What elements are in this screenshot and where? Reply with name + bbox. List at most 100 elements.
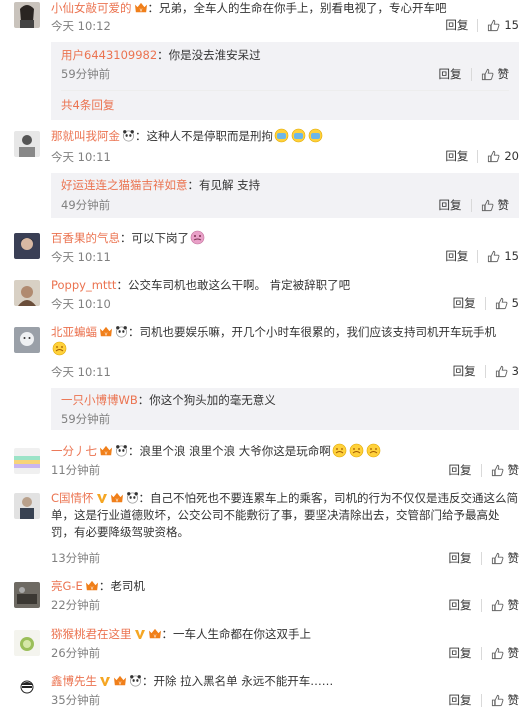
like-button[interactable]: 赞 (482, 550, 519, 566)
reply-button[interactable]: 回复 (449, 598, 482, 612)
avatar[interactable] (14, 630, 40, 656)
comment-text: 猕猴桃君在这里 ：一车人生命都在你这双手上 (51, 627, 311, 641)
reply-button[interactable]: 回复 (445, 18, 479, 32)
username-link[interactable]: 鑫博先生 (51, 674, 97, 688)
avatar[interactable] (14, 327, 40, 353)
comment-item: 亮G-E ：老司机 22分钟前 回复赞 (0, 578, 529, 618)
timestamp: 今天 10:10 (51, 297, 111, 311)
timestamp: 22分钟前 (51, 598, 101, 612)
thumbs-up-icon (487, 250, 500, 263)
reply-button[interactable]: 回复 (449, 551, 482, 565)
avatar[interactable] (14, 448, 40, 474)
comment-text: 小仙女敲可爱的 ：兄弟，全车人的生命在你手上，别看电视了，专心开车吧 (51, 1, 447, 15)
username-link[interactable]: C国情怀 (51, 491, 94, 505)
comment-text: 鑫博先生 ：开除 拉入黑名单 永远不能开车…… (51, 674, 334, 688)
sub-reply-box: 用户6443109982：你是没去淮安呆过 59分钟前 回复赞 共4条回复 (51, 42, 519, 120)
facepalm-emoji-icon (308, 128, 323, 143)
reply-button[interactable]: 回复 (453, 364, 486, 378)
sub-reply-text: 一只小博博WB：你这个狗头加的毫无意义 (61, 393, 276, 407)
panda-emoji-icon (115, 325, 128, 338)
comment-item: Poppy_mttt：公交车司机也敢这么干啊。 肯定被辞职了吧 今天 10:10… (0, 277, 529, 317)
comment-text: 北亚蝙蝠 ：司机也要娱乐嘛，开几个小时车很累的，我们应该支持司机开车玩手机 (51, 324, 519, 358)
comment-meta: 22分钟前 回复赞 (51, 597, 519, 614)
username-link[interactable]: 北亚蝙蝠 (51, 325, 97, 339)
username-link[interactable]: 好运连连之猫猫吉祥如意 (61, 178, 188, 192)
timestamp: 11分钟前 (51, 463, 101, 477)
thumbs-up-icon (491, 647, 504, 660)
like-button[interactable]: 3 (486, 364, 519, 378)
timestamp: 26分钟前 (51, 646, 101, 660)
facepalm-emoji-icon (291, 128, 306, 143)
timestamp: 59分钟前 (61, 412, 111, 426)
thumbs-up-icon (491, 599, 504, 612)
timestamp: 59分钟前 (61, 67, 111, 81)
reply-button[interactable]: 回复 (439, 198, 472, 212)
timestamp: 49分钟前 (61, 198, 111, 212)
vip-badge-icon (113, 675, 127, 687)
thumbs-up-icon (495, 297, 508, 310)
like-count: 15 (504, 249, 519, 263)
comment-item: 一分丿七 ：浪里个浪 浪里个浪 大爷你这是玩命啊 11分钟前 回复 赞 (0, 443, 529, 483)
username-link[interactable]: Poppy_mttt (51, 278, 116, 292)
username-link[interactable]: 亮G-E (51, 579, 83, 593)
vip-v-icon (96, 492, 108, 504)
vip-badge-icon (99, 326, 113, 338)
username-link[interactable]: 用户6443109982 (61, 48, 157, 62)
reply-button[interactable]: 回复 (449, 646, 482, 660)
timestamp: 今天 10:11 (51, 365, 111, 379)
reply-button[interactable]: 回复 (445, 149, 479, 163)
reply-button[interactable]: 回复 (445, 249, 479, 263)
like-button[interactable]: 赞 (482, 645, 519, 661)
comment-item: C国情怀 ：自己不怕死也不要连累车上的乘客，司机的行为不仅仅是违反交通这么简单，这… (0, 490, 529, 568)
vip-v-icon (134, 628, 146, 640)
timestamp: 今天 10:11 (51, 150, 111, 164)
avatar[interactable] (14, 233, 40, 259)
comment-meta: 今天 10:11 回复 20 (51, 149, 519, 166)
like-button[interactable]: 赞 (472, 197, 509, 213)
avatar[interactable] (14, 280, 40, 306)
reply-button[interactable]: 回复 (453, 296, 486, 310)
panda-emoji-icon (129, 674, 142, 687)
view-more-replies-link[interactable]: 共4条回复 (61, 97, 114, 113)
comment-meta: 今天 10:10 回复 5 (51, 296, 519, 313)
sad-emoji-icon (366, 443, 381, 458)
like-button[interactable]: 赞 (482, 692, 519, 708)
avatar[interactable] (14, 131, 40, 157)
like-count: 3 (511, 364, 519, 378)
like-button[interactable]: 5 (486, 296, 519, 310)
thumbs-up-icon (491, 552, 504, 565)
username-link[interactable]: 猕猴桃君在这里 (51, 627, 132, 641)
vip-badge-icon (110, 492, 124, 504)
like-count: 5 (511, 296, 519, 310)
avatar[interactable] (14, 582, 40, 608)
cry-emoji-icon (190, 230, 205, 245)
reply-button[interactable]: 回复 (449, 463, 482, 477)
username-link[interactable]: 小仙女敲可爱的 (51, 1, 132, 15)
comment-meta: 今天 10:11 回复 15 (51, 249, 519, 266)
thumbs-up-icon (487, 19, 500, 32)
avatar[interactable] (14, 2, 40, 28)
username-link[interactable]: 一分丿七 (51, 444, 97, 458)
like-button[interactable]: 15 (478, 18, 519, 32)
avatar[interactable] (14, 493, 40, 519)
username-link[interactable]: 百香果的气息 (51, 231, 120, 245)
reply-button[interactable]: 回复 (439, 67, 472, 81)
comment-text: Poppy_mttt：公交车司机也敢这么干啊。 肯定被辞职了吧 (51, 278, 351, 292)
reply-button[interactable]: 回复 (449, 693, 482, 707)
comment-meta: 11分钟前 回复 赞 (51, 462, 519, 479)
smile-emoji-icon (52, 341, 67, 356)
comment-item: 北亚蝙蝠 ：司机也要娱乐嘛，开几个小时车很累的，我们应该支持司机开车玩手机 今天 … (0, 324, 529, 430)
like-button[interactable]: 15 (478, 249, 519, 263)
sub-reply-text: 用户6443109982：你是没去淮安呆过 (61, 48, 261, 62)
like-button[interactable]: 赞 (472, 66, 509, 82)
username-link[interactable]: 那就叫我阿金 (51, 129, 120, 143)
like-button[interactable]: 20 (478, 149, 519, 163)
comment-text: 亮G-E ：老司机 (51, 579, 145, 593)
like-button[interactable]: 赞 (482, 462, 519, 478)
comment-meta: 今天 10:12 回复 15 (51, 18, 519, 35)
like-button[interactable]: 赞 (482, 597, 519, 613)
avatar[interactable] (14, 676, 40, 702)
comment-item: 那就叫我阿金 ：这种人不是停职而是刑拘 今天 10:11 回复 20 好运连连之猫猫… (0, 128, 529, 220)
username-link[interactable]: 一只小博博WB (61, 393, 138, 407)
sub-reply-box: 好运连连之猫猫吉祥如意：有见解 支持 49分钟前 回复赞 (51, 173, 519, 218)
